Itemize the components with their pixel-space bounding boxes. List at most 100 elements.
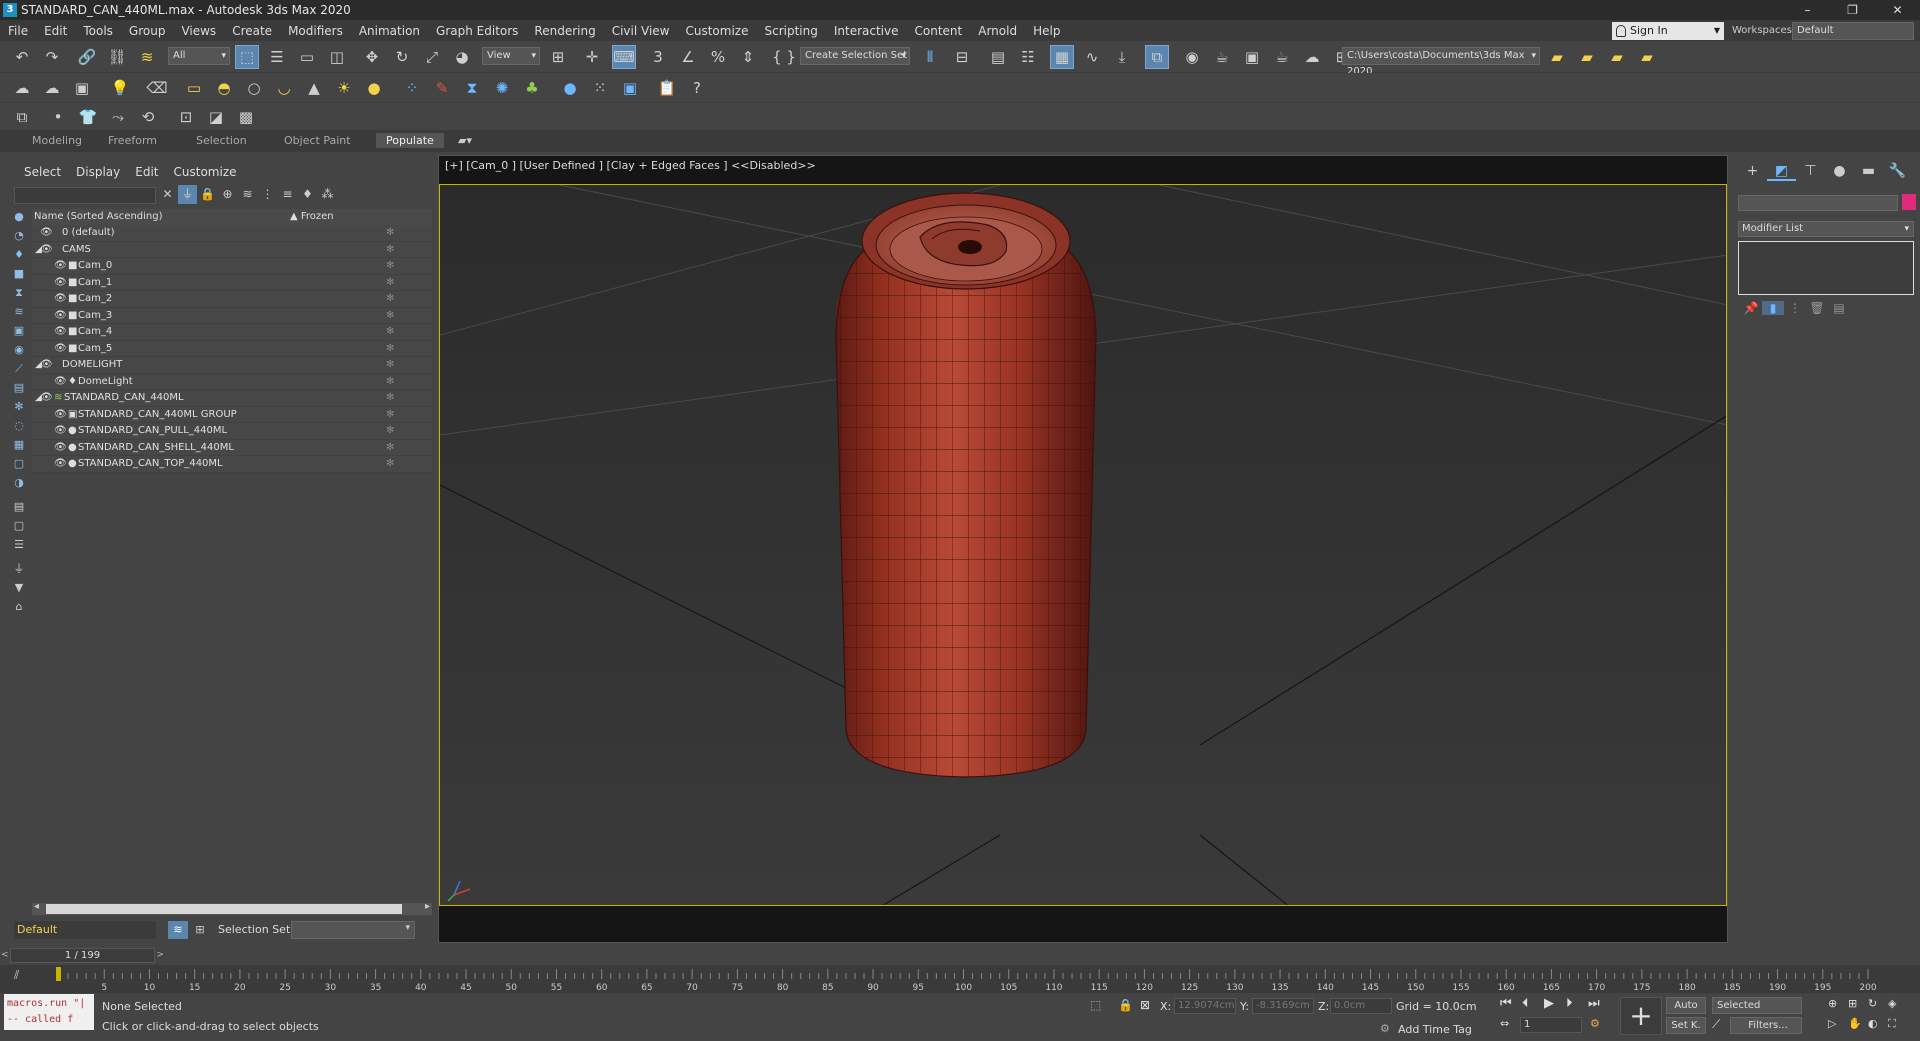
- z-coordinate-field[interactable]: 0.0cm: [1330, 998, 1392, 1014]
- set-project-folder-icon[interactable]: ▰: [1635, 45, 1659, 69]
- keyboard-shortcut-override-icon[interactable]: ⌨: [612, 45, 636, 69]
- key-filters-icon[interactable]: ⟋: [1712, 1017, 1720, 1032]
- hierarchy-icon[interactable]: ⋮: [258, 185, 277, 204]
- zoom-all-icon[interactable]: ⊞: [1848, 997, 1857, 1010]
- tab-modeling[interactable]: Modeling: [32, 134, 82, 147]
- orbit-icon[interactable]: ↻: [1868, 997, 1877, 1010]
- tripod-icon[interactable]: ⧗: [460, 76, 484, 100]
- shapes-filter-icon[interactable]: ◔: [10, 228, 28, 244]
- scene-explorer-icon[interactable]: ▦: [1050, 45, 1074, 69]
- geometry-filter-icon[interactable]: ●: [10, 209, 28, 225]
- hair-icon[interactable]: ⤳: [106, 105, 130, 129]
- image-icon[interactable]: ◪: [204, 105, 228, 129]
- column-frozen-header[interactable]: ▲ Frozen: [290, 209, 334, 225]
- visibility-eye-icon[interactable]: 👁: [54, 374, 67, 391]
- lock-icon[interactable]: 🔒: [198, 185, 217, 204]
- maxscript-listener[interactable]: macros.run "| -- called f: [4, 994, 94, 1030]
- tree-row[interactable]: 👁 ■ Cam_3 ✻: [32, 307, 432, 324]
- visibility-eye-icon[interactable]: 👁: [54, 291, 67, 308]
- explorer-menu-display[interactable]: Display: [76, 165, 120, 179]
- render-setup-icon[interactable]: ☕: [1210, 45, 1234, 69]
- tree-row[interactable]: 👁 ■ Cam_5 ✻: [32, 340, 432, 357]
- visibility-eye-icon[interactable]: 👁: [54, 324, 67, 341]
- hidden-filter-icon[interactable]: ◌: [10, 418, 28, 434]
- freeze-toggle-icon[interactable]: ✻: [386, 456, 394, 473]
- freeze-toggle-icon[interactable]: ✻: [386, 291, 394, 308]
- clear-search-icon[interactable]: ✕: [158, 185, 177, 204]
- freeze-toggle-icon[interactable]: ✻: [386, 225, 394, 242]
- zoom-icon[interactable]: ⊕: [1828, 997, 1837, 1010]
- explorer-menu-edit[interactable]: Edit: [135, 165, 158, 179]
- make-unique-icon[interactable]: ⋮: [1784, 301, 1806, 315]
- menu-create[interactable]: Create: [224, 24, 280, 38]
- groups-filter-icon[interactable]: ▣: [10, 323, 28, 339]
- tab-object-paint[interactable]: Object Paint: [284, 134, 351, 147]
- time-cursor[interactable]: [56, 967, 61, 981]
- layer-explorer-icon[interactable]: ▤: [986, 45, 1010, 69]
- light-disc-icon[interactable]: ●: [362, 76, 386, 100]
- freeze-toggle-icon[interactable]: ✻: [386, 242, 394, 259]
- explorer-menu-customize[interactable]: Customize: [174, 165, 237, 179]
- align-icon[interactable]: ⊟: [950, 45, 974, 69]
- hierarchy-panel-icon[interactable]: ⊤: [1796, 163, 1825, 181]
- auto-key-button[interactable]: Auto: [1666, 997, 1706, 1014]
- helpers-filter-icon[interactable]: ⧗: [10, 285, 28, 301]
- absolute-mode-icon[interactable]: ⊠: [1140, 998, 1150, 1012]
- current-frame-field[interactable]: 1: [1520, 1017, 1582, 1033]
- freeze-toggle-icon[interactable]: ✻: [386, 258, 394, 275]
- funnel-icon[interactable]: ⏚: [10, 561, 28, 577]
- menu-help[interactable]: Help: [1025, 24, 1068, 38]
- prev-frame-icon[interactable]: <: [1, 949, 9, 962]
- gear-cluster-icon[interactable]: ✺: [490, 76, 514, 100]
- tree-row[interactable]: 👁 ● STANDARD_CAN_TOP_440ML ✻: [32, 456, 432, 473]
- freeze-toggle-icon[interactable]: ✻: [386, 390, 394, 407]
- select-object-icon[interactable]: ⬚: [235, 45, 259, 69]
- edit-named-sets-icon[interactable]: { }: [772, 45, 796, 69]
- visibility-eye-icon[interactable]: 👁: [54, 423, 67, 440]
- dome-icon[interactable]: ◓: [212, 76, 236, 100]
- object-name-field[interactable]: [1738, 195, 1898, 211]
- unlink-icon[interactable]: ⛓: [105, 45, 129, 69]
- next-frame-icon[interactable]: >: [156, 949, 164, 962]
- clipboard-icon[interactable]: 📋: [655, 76, 679, 100]
- rect-selection-icon[interactable]: ▭: [295, 45, 319, 69]
- rendered-frame-window-icon[interactable]: ▣: [1240, 45, 1264, 69]
- invert-filter-icon[interactable]: ◑: [10, 475, 28, 491]
- freeze-toggle-icon[interactable]: ✻: [386, 407, 394, 424]
- tab-populate[interactable]: Populate: [376, 133, 444, 148]
- list-icon[interactable]: ☰: [10, 537, 28, 553]
- move-icon[interactable]: ✥: [360, 45, 384, 69]
- freeze-toggle-icon[interactable]: ✻: [386, 440, 394, 457]
- lightbulb-icon[interactable]: 💡: [108, 76, 132, 100]
- sign-in-dropdown[interactable]: Sign In ▼: [1612, 22, 1724, 40]
- timeline-track[interactable]: ⫽ 5 10 15 20 25 30 35 40 45 50 55 60 65 70 75 80 85 90 95 1…: [0, 965, 1920, 993]
- menu-customize[interactable]: Customize: [677, 24, 756, 38]
- plane-icon[interactable]: ▭: [182, 76, 206, 100]
- dope-sheet-icon[interactable]: ⤓: [1110, 45, 1134, 69]
- freeze-toggle-icon[interactable]: ✻: [386, 357, 394, 374]
- bowl-icon[interactable]: ◡: [272, 76, 296, 100]
- tree-row[interactable]: 👁 ● STANDARD_CAN_PULL_440ML ✻: [32, 423, 432, 440]
- project-folder-icon[interactable]: ▰: [1545, 45, 1569, 69]
- tab-freeform[interactable]: Freeform: [108, 134, 157, 147]
- y-coordinate-field[interactable]: -8.3169cm: [1252, 998, 1314, 1014]
- tab-selection[interactable]: Selection: [196, 134, 247, 147]
- selection-set-dropdown[interactable]: [291, 921, 415, 939]
- scrollbar-thumb[interactable]: [46, 904, 402, 914]
- tree-row[interactable]: 👁 ● STANDARD_CAN_SHELL_440ML ✻: [32, 439, 432, 457]
- render-view-icon[interactable]: ▣: [618, 76, 642, 100]
- viewport[interactable]: [+] [Cam_0 ] [User Defined ] [Clay + Edg…: [438, 155, 1728, 943]
- tree-row[interactable]: 👁 ■ Cam_2 ✻: [32, 291, 432, 308]
- window-crossing-icon[interactable]: ◫: [325, 45, 349, 69]
- plant-icon[interactable]: ♣: [520, 76, 544, 100]
- visibility-eye-icon[interactable]: 👁: [54, 407, 67, 424]
- show-end-result-icon[interactable]: ▮: [1762, 301, 1784, 315]
- curve-editor-icon[interactable]: ∿: [1080, 45, 1104, 69]
- workspace-dropdown[interactable]: Default: [1792, 22, 1914, 40]
- go-to-end-icon[interactable]: ⏭: [1588, 996, 1600, 1011]
- walkthrough-icon[interactable]: ◈: [1888, 997, 1896, 1010]
- isolate-selection-icon[interactable]: ⬚: [1090, 998, 1101, 1012]
- pivot-center-icon[interactable]: ⊞: [546, 45, 570, 69]
- next-frame-icon[interactable]: ⏵: [1566, 996, 1573, 1011]
- shirt-icon[interactable]: 👕: [76, 105, 100, 129]
